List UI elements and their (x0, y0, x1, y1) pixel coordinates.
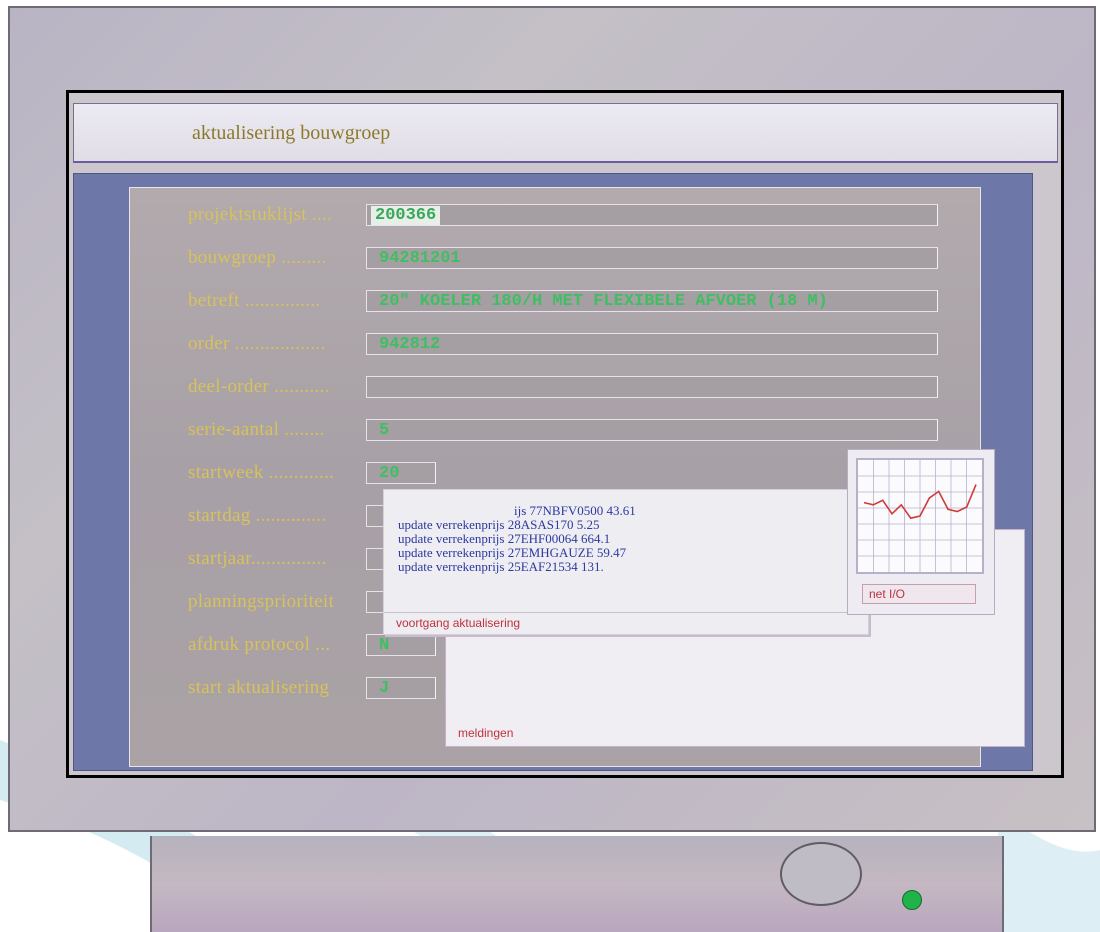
field-label: startweek ............. (188, 462, 335, 483)
progress-log-line: ijs 77NBFV0500 43.61 (514, 503, 636, 518)
field-input[interactable]: 20" KOELER 180/H MET FLEXIBELE AFVOER (1… (366, 290, 938, 312)
app-title: aktualisering bouwgroep (192, 122, 391, 144)
field-input[interactable]: 942812 (366, 333, 938, 355)
field-label: start aktualisering (188, 677, 330, 698)
field-value: J (379, 679, 390, 698)
field-label: planningsprioriteit (188, 591, 335, 612)
form-row: betreft ............... 20" KOELER 180/H … (130, 288, 982, 318)
progress-footer: voortgang aktualisering (384, 612, 868, 634)
field-input[interactable] (366, 376, 938, 398)
field-input[interactable]: 20 (366, 462, 436, 484)
messages-title: meldingen (458, 726, 514, 740)
form-row: deel-order ........... (130, 374, 982, 404)
field-label: order .................. (188, 333, 326, 354)
net-io-window: net I/O (847, 449, 995, 615)
app-title-bar: aktualisering bouwgroep (73, 103, 1058, 163)
power-led (902, 890, 922, 910)
progress-log-line: update verrekenprijs 25EAF21534 131. (398, 559, 604, 574)
field-value: 5 (379, 421, 390, 440)
monitor-screen: aktualisering bouwgroep projektstuklijst… (66, 90, 1064, 778)
net-io-label-box: net I/O (862, 584, 976, 604)
progress-log-line: update verrekenprijs 27EMHGAUZE 59.47 (398, 545, 627, 560)
field-value: 200366 (371, 206, 441, 225)
field-input[interactable]: 5 (366, 419, 938, 441)
power-knob[interactable] (780, 842, 862, 906)
field-value: 20" KOELER 180/H MET FLEXIBELE AFVOER (1… (379, 292, 828, 311)
field-value: 20 (379, 464, 400, 483)
field-input[interactable]: 94281201 (366, 247, 938, 269)
field-value: 94281201 (379, 249, 461, 268)
progress-log: ijs 77NBFV0500 43.61 update verrekenprijs… (398, 504, 636, 574)
form-row: projektstuklijst .... 200366 (130, 202, 982, 232)
net-io-label: net I/O (869, 587, 906, 601)
progress-log-line: update verrekenprijs 27EHF00064 664.1 (398, 531, 611, 546)
progress-title: voortgang aktualisering (396, 616, 521, 630)
field-value: N (379, 636, 390, 655)
field-input[interactable]: 200366 (366, 204, 938, 226)
progress-log-line: update verrekenprijs 28ASAS170 5.25 (398, 517, 600, 532)
form-row: serie-aantal ........ 5 (130, 417, 982, 447)
field-input[interactable]: J (366, 677, 436, 699)
field-label: bouwgroep ......... (188, 247, 327, 268)
field-value: 942812 (379, 335, 441, 354)
progress-window: ijs 77NBFV0500 43.61 update verrekenprijs… (383, 489, 869, 635)
field-label: projektstuklijst .... (188, 204, 333, 225)
field-input[interactable]: N (366, 634, 436, 656)
field-label: deel-order ........... (188, 376, 330, 397)
field-label: startjaar............... (188, 548, 327, 569)
field-label: serie-aantal ........ (188, 419, 325, 440)
field-label: startdag .............. (188, 505, 327, 526)
net-io-graph (856, 458, 984, 574)
form-row: order .................. 942812 (130, 331, 982, 361)
field-label: afdruk protocol ... (188, 634, 331, 655)
form-row: bouwgroep ......... 94281201 (130, 245, 982, 275)
monitor-base (150, 836, 1004, 932)
field-label: betreft ............... (188, 290, 321, 311)
